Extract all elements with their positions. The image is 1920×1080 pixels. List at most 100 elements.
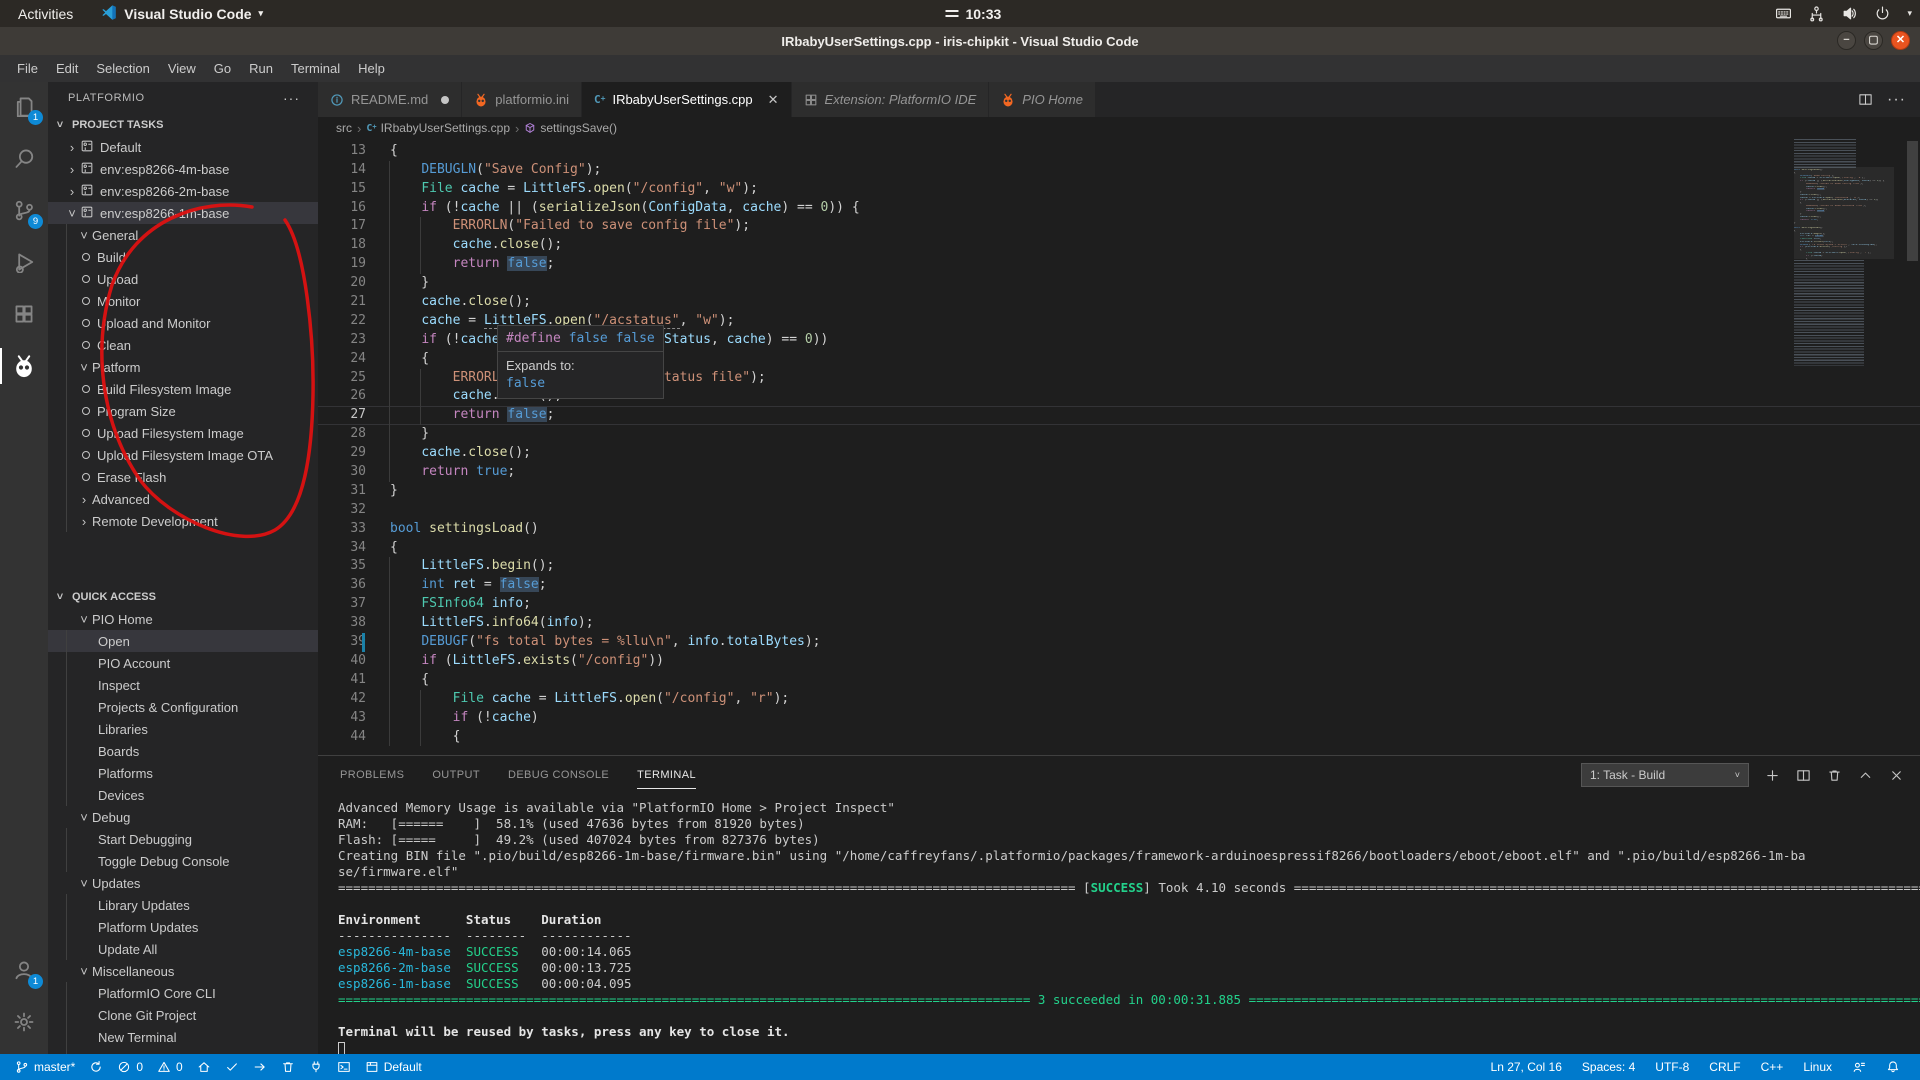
menu-file[interactable]: File — [8, 58, 47, 79]
close-tab-icon[interactable]: ✕ — [768, 92, 779, 108]
quick-access-item-start-debugging[interactable]: Start Debugging — [48, 828, 318, 850]
code-line-40[interactable]: 40 if (LittleFS.exists("/config")) — [318, 652, 1920, 671]
activity-run-debug-icon[interactable] — [0, 238, 48, 286]
maximize-button[interactable]: ▢ — [1864, 31, 1883, 50]
task-item-upload-and-monitor[interactable]: Upload and Monitor — [48, 312, 318, 334]
tab-extension-platformio-ide[interactable]: Extension: PlatformIO IDE — [792, 82, 990, 117]
quick-access-item-new-terminal[interactable]: New Terminal — [48, 1026, 318, 1048]
quick-access-item-pio-home[interactable]: ˅PIO Home — [48, 608, 318, 630]
panel-tab-terminal[interactable]: TERMINAL — [637, 756, 696, 794]
code-line-31[interactable]: 31} — [318, 482, 1920, 501]
activity-account-icon[interactable]: 1 — [0, 946, 48, 994]
task-item-env-esp8266-4m-base[interactable]: ›env:esp8266-4m-base — [48, 158, 318, 180]
split-terminal-icon[interactable] — [1796, 768, 1811, 783]
code-line-18[interactable]: 18 cache.close(); — [318, 236, 1920, 255]
quick-access-item-libraries[interactable]: Libraries — [48, 718, 318, 740]
task-item-monitor[interactable]: Monitor — [48, 290, 318, 312]
quick-access-item-debug[interactable]: ˅Debug — [48, 806, 318, 828]
breadcrumb-settingssave-[interactable]: settingsSave() — [524, 121, 617, 135]
status-notifications[interactable] — [1876, 1060, 1910, 1074]
code-line-16[interactable]: 16 if (!cache || (serializeJson(ConfigDa… — [318, 199, 1920, 218]
code-line-36[interactable]: 36 int ret = false; — [318, 576, 1920, 595]
editor-scrollbar[interactable] — [1907, 141, 1918, 261]
panel-tab-debug-console[interactable]: DEBUG CONSOLE — [508, 756, 609, 794]
quick-access-item-platforms[interactable]: Platforms — [48, 762, 318, 784]
status-eol[interactable]: CRLF — [1699, 1060, 1750, 1074]
section-header-quick-access[interactable]: ˅QUICK ACCESS — [48, 586, 318, 608]
minimap[interactable]: bool settingsSave(){ DEBUGLN("Save Confi… — [1794, 139, 1894, 755]
quick-access-item-devices[interactable]: Devices — [48, 784, 318, 806]
task-item-upload-filesystem-image-ota[interactable]: Upload Filesystem Image OTA — [48, 444, 318, 466]
minimap-slider[interactable] — [1794, 167, 1894, 259]
system-tray[interactable]: ▾ — [1775, 5, 1912, 22]
task-item-program-size[interactable]: Program Size — [48, 400, 318, 422]
status-pio-home[interactable] — [190, 1060, 218, 1074]
code-line-14[interactable]: 14 DEBUGLN("Save Config"); — [318, 161, 1920, 180]
code-line-27[interactable]: 27 return false; — [318, 406, 1920, 425]
maximize-panel-icon[interactable] — [1858, 768, 1873, 783]
close-panel-icon[interactable] — [1889, 768, 1904, 783]
status-errors[interactable]: 0 — [110, 1060, 150, 1074]
code-line-35[interactable]: 35 LittleFS.begin(); — [318, 557, 1920, 576]
task-item-clean[interactable]: Clean — [48, 334, 318, 356]
quick-access-item-miscellaneous[interactable]: ˅Miscellaneous — [48, 960, 318, 982]
clock[interactable]: 10:33 — [945, 6, 1001, 22]
app-menu[interactable]: Visual Studio Code ▾ — [91, 4, 273, 23]
volume-icon[interactable] — [1841, 5, 1858, 22]
task-item-default[interactable]: ›Default — [48, 136, 318, 158]
status-pio-env[interactable]: Default — [358, 1060, 429, 1074]
menu-help[interactable]: Help — [349, 58, 394, 79]
terminal-output[interactable]: Advanced Memory Usage is available via "… — [338, 794, 1920, 1054]
quick-access-item-pio-account[interactable]: PIO Account — [48, 652, 318, 674]
activity-platformio-icon[interactable] — [0, 342, 48, 390]
status-encoding[interactable]: UTF-8 — [1645, 1060, 1699, 1074]
task-item-erase-flash[interactable]: Erase Flash — [48, 466, 318, 488]
quick-access-item-update-all[interactable]: Update All — [48, 938, 318, 960]
task-item-advanced[interactable]: ›Advanced — [48, 488, 318, 510]
section-header-project-tasks[interactable]: ˅PROJECT TASKS — [48, 114, 318, 136]
quick-access-item-boards[interactable]: Boards — [48, 740, 318, 762]
code-line-29[interactable]: 29 cache.close(); — [318, 444, 1920, 463]
menu-edit[interactable]: Edit — [47, 58, 87, 79]
code-line-42[interactable]: 42 File cache = LittleFS.open("/config",… — [318, 690, 1920, 709]
chevron-down-icon[interactable]: ▾ — [1907, 8, 1912, 19]
task-item-env-esp8266-1m-base[interactable]: ˅env:esp8266-1m-base — [48, 202, 318, 224]
activity-source-control-icon[interactable]: 9 — [0, 186, 48, 234]
panel-tab-output[interactable]: OUTPUT — [432, 756, 480, 794]
code-line-32[interactable]: 32 — [318, 501, 1920, 520]
status-pio-clean[interactable] — [274, 1060, 302, 1074]
status-git-branch[interactable]: master* — [8, 1060, 82, 1074]
new-terminal-icon[interactable] — [1765, 768, 1780, 783]
activity-extensions-icon[interactable] — [0, 290, 48, 338]
code-line-20[interactable]: 20 } — [318, 274, 1920, 293]
code-editor[interactable]: 12bool settingsSave()13{14 DEBUGLN("Save… — [318, 139, 1920, 755]
tab-pio-home[interactable]: PIO Home — [989, 82, 1096, 117]
task-item-build[interactable]: Build — [48, 246, 318, 268]
menu-terminal[interactable]: Terminal — [282, 58, 349, 79]
code-line-39[interactable]: 39 DEBUGF("fs total bytes = %llu\n", inf… — [318, 633, 1920, 652]
power-icon[interactable] — [1874, 5, 1891, 22]
breadcrumb[interactable]: src›C+IRbabyUserSettings.cpp›settingsSav… — [318, 117, 1920, 139]
code-line-30[interactable]: 30 return true; — [318, 463, 1920, 482]
code-line-15[interactable]: 15 File cache = LittleFS.open("/config",… — [318, 180, 1920, 199]
code-line-38[interactable]: 38 LittleFS.info64(info); — [318, 614, 1920, 633]
code-line-21[interactable]: 21 cache.close(); — [318, 293, 1920, 312]
activity-search-icon[interactable] — [0, 134, 48, 182]
tab-readme-md[interactable]: README.md — [318, 82, 462, 117]
status-language-mode[interactable]: C++ — [1751, 1060, 1794, 1074]
activity-explorer-icon[interactable]: 1 — [0, 82, 48, 130]
status-indentation[interactable]: Spaces: 4 — [1572, 1060, 1645, 1074]
menu-selection[interactable]: Selection — [87, 58, 158, 79]
status-feedback[interactable] — [1842, 1060, 1876, 1074]
quick-access-item-platformio-core-cli[interactable]: PlatformIO Core CLI — [48, 982, 318, 1004]
panel-tab-problems[interactable]: PROBLEMS — [340, 756, 404, 794]
tab-platformio-ini[interactable]: platformio.ini — [462, 82, 582, 117]
menu-view[interactable]: View — [159, 58, 205, 79]
code-line-34[interactable]: 34{ — [318, 539, 1920, 558]
task-item-general[interactable]: ˅General — [48, 224, 318, 246]
breadcrumb-irbabyusersettings-cpp[interactable]: C+IRbabyUserSettings.cpp — [366, 121, 510, 135]
activity-settings-icon[interactable] — [0, 998, 48, 1046]
code-line-13[interactable]: 13{ — [318, 142, 1920, 161]
code-line-37[interactable]: 37 FSInfo64 info; — [318, 595, 1920, 614]
quick-access-item-library-updates[interactable]: Library Updates — [48, 894, 318, 916]
